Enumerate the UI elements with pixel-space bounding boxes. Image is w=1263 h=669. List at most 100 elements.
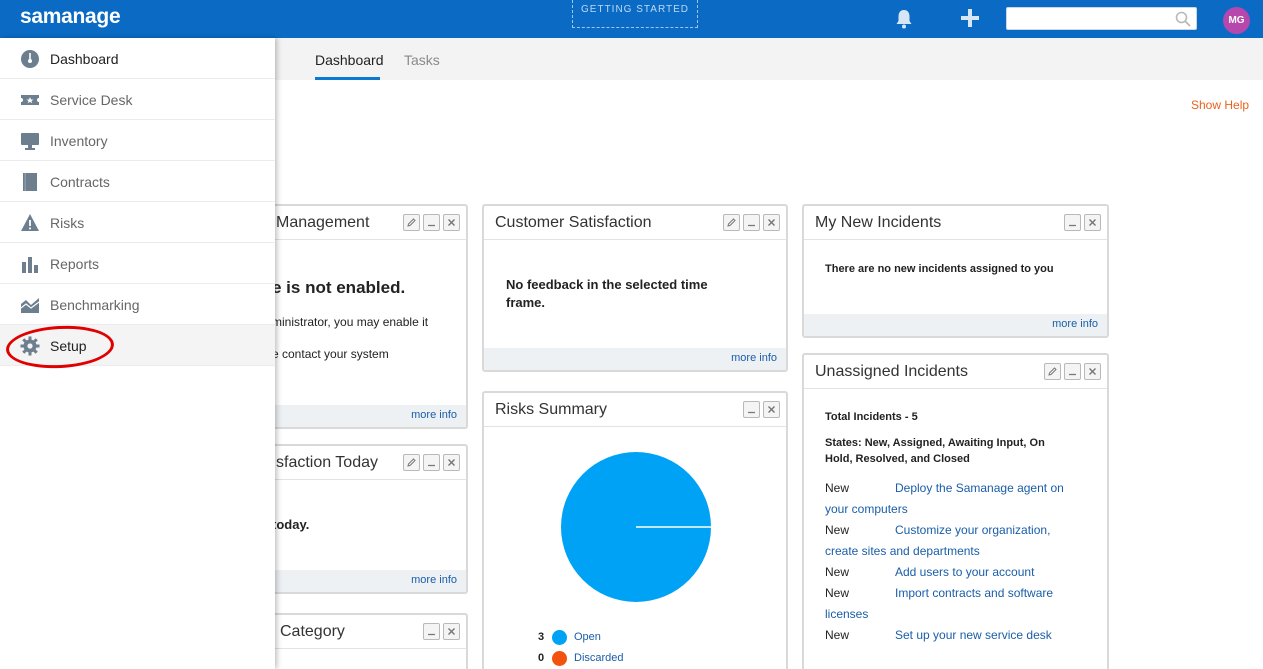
bell-icon[interactable] [893,8,915,30]
incident-status: New [825,565,850,579]
legend-count: 3 [538,631,545,643]
close-icon[interactable] [763,214,780,231]
widget-header: Management [242,206,466,240]
bar-chart-icon [20,254,40,274]
close-icon[interactable] [443,214,460,231]
widget-title: Unassigned Incidents [815,363,968,380]
incident-link[interactable]: create sites and departments [825,544,980,558]
legend-dot [552,651,567,666]
sidebar-item-label: Reports [50,256,100,272]
sidebar-item-reports[interactable]: Reports [0,243,275,284]
edit-icon[interactable] [723,214,740,231]
close-icon[interactable] [1084,214,1101,231]
widget-footer: more info [804,314,1107,336]
incident-link[interactable]: Deploy the Samanage agent on [895,481,1064,495]
more-info-link[interactable]: more info [411,409,457,421]
incident-link[interactable]: Add users to your account [895,565,1034,579]
minimize-icon[interactable] [1064,363,1081,380]
warning-icon [20,213,40,233]
incident-link[interactable]: Set up your new service desk [895,628,1052,642]
minimize-icon[interactable] [743,401,760,418]
legend-count: 0 [538,652,545,664]
incident-status: New [825,628,850,642]
legend-label[interactable]: Open [574,631,601,643]
close-icon[interactable] [443,623,460,640]
widget-text: There are no new incidents assigned to y… [825,263,1054,275]
tab-dashboard[interactable]: Dashboard [315,52,384,68]
sidebar-item-inventory[interactable]: Inventory [0,120,275,161]
legend-label[interactable]: Discarded [574,652,624,664]
legend-dot [552,630,567,645]
widget-title: Risks Summary [495,401,608,418]
widget-unassigned-incidents: Unassigned Incidents Total Incidents - 5… [802,353,1109,669]
show-help-link[interactable]: Show Help [1191,98,1249,112]
search-input[interactable] [1007,8,1167,29]
widget-footer: more info [484,348,786,370]
edit-icon[interactable] [1044,363,1061,380]
tab-tasks[interactable]: Tasks [404,52,440,68]
widget-customer-satisfaction: Customer Satisfaction No feedback in the… [482,204,788,372]
incident-link[interactable]: licenses [825,607,868,621]
states-line: Hold, Resolved, and Closed [825,453,970,465]
widget-header: Customer Satisfaction [484,206,786,240]
widget-header: Risks Summary [484,393,786,427]
samanage-logo[interactable]: samanage [20,5,121,29]
benchmark-icon [20,295,40,315]
more-info-link[interactable]: more info [411,574,457,586]
close-icon[interactable] [1084,363,1101,380]
plus-icon[interactable] [959,7,981,29]
incident-status: New [825,523,850,537]
minimize-icon[interactable] [423,454,440,471]
incident-status: New [825,481,850,495]
minimize-icon[interactable] [423,623,440,640]
sidebar-item-service-desk[interactable]: Service Desk [0,79,275,120]
widget-title: Management [276,214,370,231]
widget-my-new-incidents: My New Incidents There are no new incide… [802,204,1109,338]
sidebar-item-contracts[interactable]: Contracts [0,161,275,202]
widget-heading: e is not enabled. [272,278,406,297]
close-icon[interactable] [763,401,780,418]
more-info-link[interactable]: more info [731,352,777,364]
incident-status: New [825,586,850,600]
widget-text: today. [272,517,310,532]
widget-title: Customer Satisfaction [495,214,652,231]
widget-header: sfaction Today [242,446,466,480]
widget-title: Category [280,623,345,640]
minimize-icon[interactable] [423,214,440,231]
sidebar-item-risks[interactable]: Risks [0,202,275,243]
widget-title: sfaction Today [276,454,378,471]
minimize-icon[interactable] [743,214,760,231]
widget-text-line: No feedback in the selected time [506,277,708,292]
incident-link[interactable]: Customize your organization, [895,523,1050,537]
states-line: States: New, Assigned, Awaiting Input, O… [825,437,1045,449]
edit-icon[interactable] [403,454,420,471]
incident-link[interactable]: your computers [825,502,908,516]
sidebar-item-label: Dashboard [50,51,119,67]
widget-title: My New Incidents [815,214,942,231]
monitor-icon [20,131,40,151]
sidebar-item-label: Benchmarking [50,297,140,313]
sidebar-item-label: Risks [50,215,85,231]
widget-footer: more info [242,570,466,592]
service-desk-icon [20,90,40,110]
more-info-link[interactable]: more info [1052,318,1098,330]
top-bar: samanage GETTING STARTED MG [0,0,1263,38]
widget-text-line: ministrator, you may enable it [272,315,429,329]
sidebar-item-benchmarking[interactable]: Benchmarking [0,284,275,325]
widget-header: My New Incidents [804,206,1107,240]
incident-link[interactable]: Import contracts and software [895,586,1053,600]
close-icon[interactable] [443,454,460,471]
edit-icon[interactable] [403,214,420,231]
sidebar-item-dashboard[interactable]: Dashboard [0,38,275,79]
sidebar-item-label: Contracts [50,174,110,190]
widget-header: Category [242,615,466,649]
search-box [1006,7,1197,30]
sidebar-item-label: Inventory [50,133,108,149]
search-icon[interactable] [1174,10,1192,28]
dashboard-icon [20,49,40,69]
widget-header: Unassigned Incidents [804,355,1107,389]
user-avatar[interactable]: MG [1223,7,1250,34]
minimize-icon[interactable] [1064,214,1081,231]
getting-started-button[interactable]: GETTING STARTED [572,0,698,28]
widget-risks-summary: Risks Summary 3 Open 0 Discarded [482,391,788,669]
